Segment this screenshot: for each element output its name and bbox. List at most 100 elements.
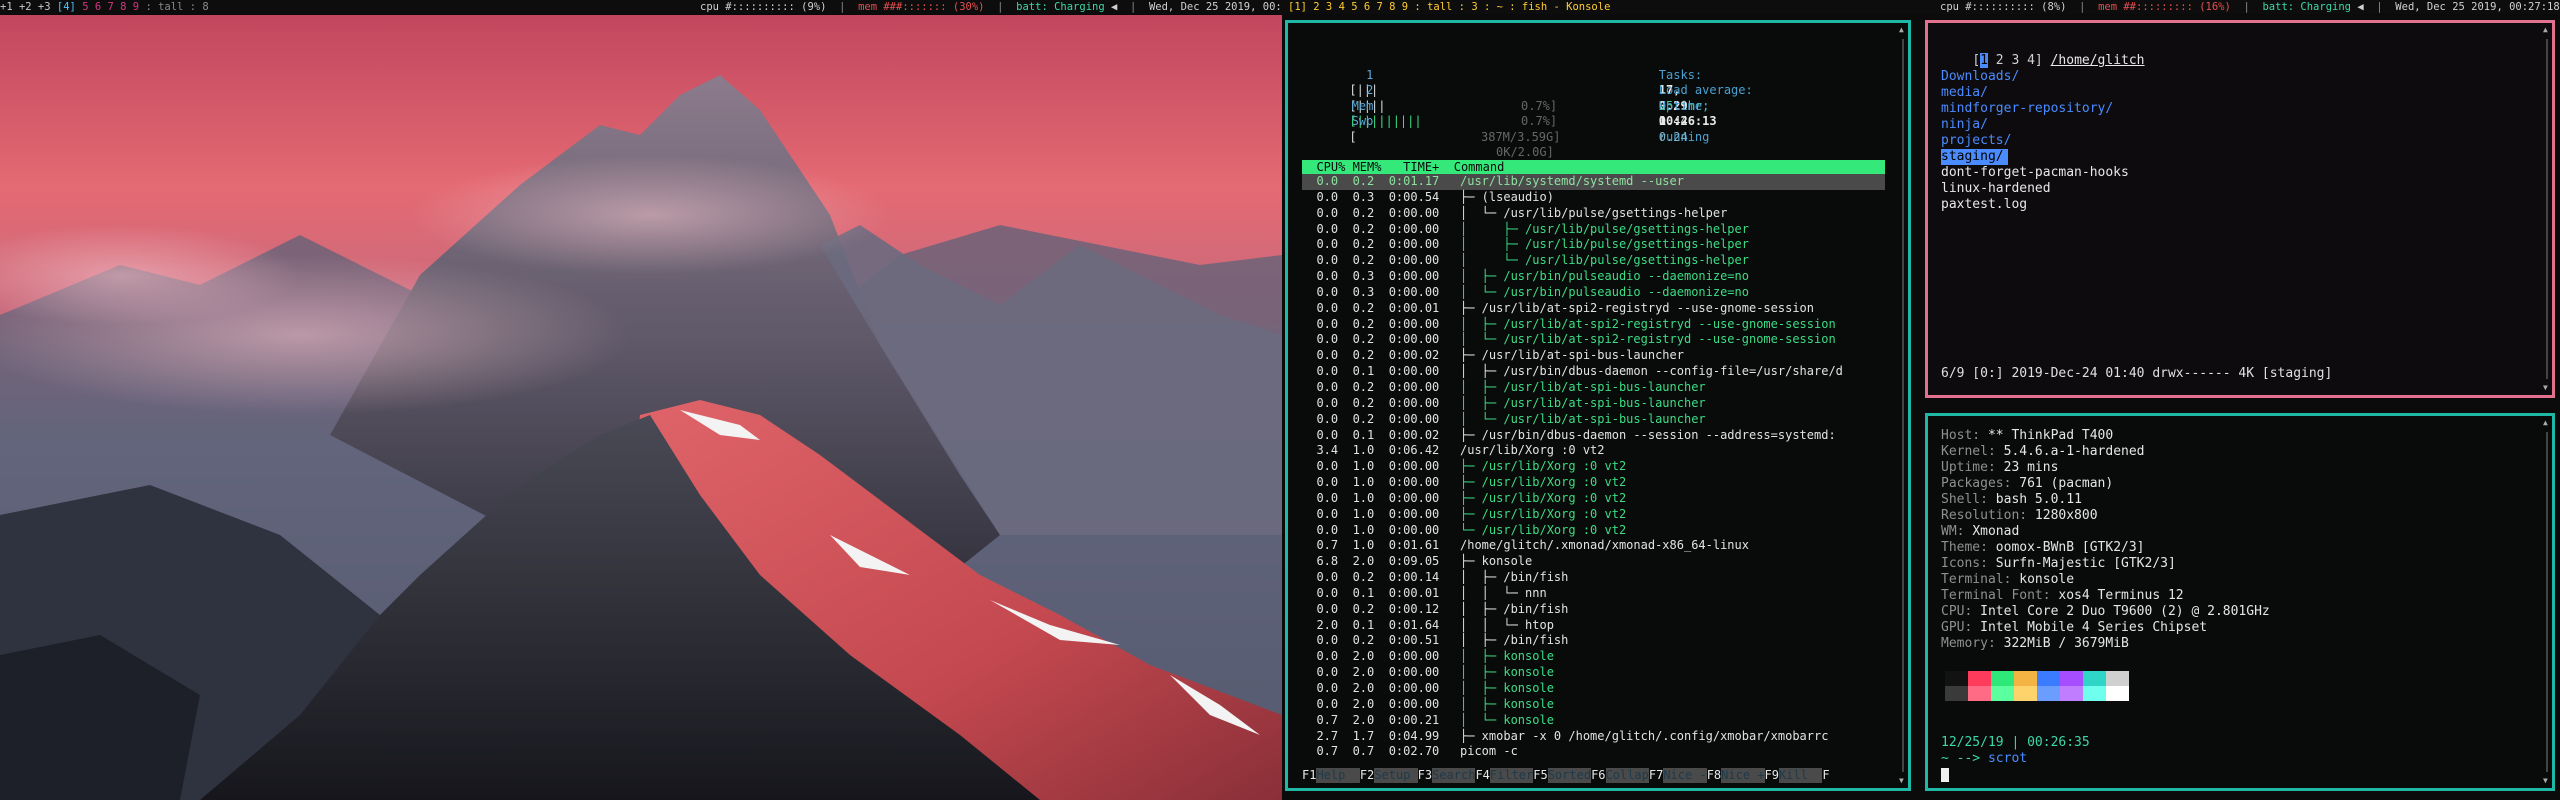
process-row[interactable]: 0.0 2.0 0:00.00 │ ├─ konsole bbox=[1302, 665, 1885, 681]
process-stats: 0.0 1.0 0:00.00 bbox=[1302, 506, 1440, 521]
fkey-4[interactable]: F5 bbox=[1533, 768, 1547, 782]
process-row[interactable]: 0.0 1.0 0:00.00 └─ /usr/lib/Xorg :0 vt2 bbox=[1302, 523, 1885, 539]
terminal-cursor[interactable] bbox=[1941, 767, 1949, 782]
htop-window[interactable]: 1 [||| 0.7%] Tasks: 17, 25 thr; 1 runnin… bbox=[1285, 20, 1911, 791]
datetime-right: Wed, Dec 25 2019, 00:27:18 bbox=[2395, 1, 2560, 13]
fkey-label[interactable]: Sorted bbox=[1547, 768, 1592, 783]
fm-directory[interactable]: ninja/ bbox=[1941, 117, 1992, 133]
fkey-6[interactable]: F7 bbox=[1649, 768, 1663, 782]
neofetch-key: CPU: bbox=[1941, 604, 1981, 619]
palette-swatch bbox=[2106, 686, 2129, 701]
fkey-5[interactable]: F6 bbox=[1591, 768, 1605, 782]
process-row[interactable]: 0.0 0.2 0:00.00 │ └─ /usr/lib/at-spi-bus-… bbox=[1302, 412, 1885, 428]
process-row[interactable]: 2.7 1.7 0:04.99 ├─ xmobar -x 0 /home/glit… bbox=[1302, 729, 1885, 745]
fkey-8[interactable]: F9 bbox=[1765, 768, 1779, 782]
process-row[interactable]: 0.0 0.2 0:00.00 │ ├─ /usr/lib/at-spi-bus-… bbox=[1302, 396, 1885, 412]
fkey-label[interactable]: Nice - bbox=[1663, 768, 1707, 783]
process-row[interactable]: 0.0 0.2 0:00.00 │ ├─ /usr/lib/pulse/gsett… bbox=[1302, 222, 1885, 238]
process-row[interactable]: 0.0 0.1 0:00.02 ├─ /usr/bin/dbus-daemon -… bbox=[1302, 428, 1885, 444]
fm-file[interactable]: linux-hardened bbox=[1941, 181, 2055, 197]
process-stats: 0.0 2.0 0:00.00 bbox=[1302, 681, 1440, 695]
process-stats: 0.0 0.2 0:00.00 bbox=[1302, 253, 1440, 268]
neofetch-scrollbar[interactable]: ▲ ▼ bbox=[2543, 419, 2551, 785]
palette-row-top bbox=[1945, 671, 2129, 686]
datetime: Wed, Dec 25 2019, 00:35:09 bbox=[1148, 1, 1280, 13]
process-row[interactable]: 0.0 0.3 0:00.00 │ └─ /usr/bin/pulseaudio … bbox=[1302, 285, 1885, 301]
fm-tabs[interactable]: 2 3 4] bbox=[1988, 53, 2043, 68]
fkey-label[interactable]: Nice + bbox=[1721, 768, 1765, 783]
process-row[interactable]: 0.0 1.0 0:00.00 ├─ /usr/lib/Xorg :0 vt2 bbox=[1302, 491, 1885, 507]
process-stats: 0.0 2.0 0:00.00 bbox=[1302, 649, 1440, 664]
fkey-label[interactable]: Collap bbox=[1605, 768, 1649, 783]
neofetch-row: Terminal: konsole bbox=[1941, 572, 2270, 588]
fm-directory[interactable]: Downloads/ bbox=[1941, 69, 2023, 85]
fkey-label[interactable]: Search bbox=[1432, 768, 1476, 783]
process-row[interactable]: 0.0 0.2 0:00.02 ├─ /usr/lib/at-spi-bus-la… bbox=[1302, 348, 1885, 364]
htop-scrollbar[interactable]: ▲ ▼ bbox=[1899, 26, 1907, 785]
nnn-file-manager-window[interactable]: [1 2 3 4] /home/glitch Downloads/media/m… bbox=[1925, 20, 2555, 398]
process-row[interactable]: 2.0 0.1 0:01.64 │ │ └─ htop bbox=[1302, 618, 1885, 634]
fm-scrollbar[interactable]: ▲ ▼ bbox=[2543, 26, 2551, 392]
process-row[interactable]: 0.0 0.2 0:00.00 │ ├─ /usr/lib/at-spi-bus-… bbox=[1302, 380, 1885, 396]
process-row[interactable]: 0.0 0.1 0:00.01 │ │ └─ nnn bbox=[1302, 586, 1885, 602]
workspace-active[interactable]: [4] bbox=[57, 1, 76, 13]
fm-entry-list[interactable]: Downloads/media/mindforger-repository/ni… bbox=[1941, 69, 2133, 213]
fkey-label[interactable]: Kill bbox=[1778, 768, 1823, 783]
neofetch-key: Terminal: bbox=[1941, 572, 2020, 587]
fkey-9[interactable]: F bbox=[1822, 768, 1829, 782]
process-row[interactable]: 0.0 2.0 0:00.00 │ ├─ konsole bbox=[1302, 681, 1885, 697]
process-row[interactable]: 0.0 1.0 0:00.00 ├─ /usr/lib/Xorg :0 vt2 bbox=[1302, 459, 1885, 475]
process-command: /usr/lib/Xorg :0 vt2 bbox=[1460, 443, 1605, 458]
palette-swatch bbox=[1968, 686, 1991, 701]
fkey-label[interactable]: Filter bbox=[1489, 768, 1534, 783]
fm-tab-active[interactable]: 1 bbox=[1980, 53, 1988, 68]
process-row[interactable]: 0.7 1.0 0:01.61/home/glitch/.xmonad/xmon… bbox=[1302, 538, 1885, 554]
prompt-time: 12/25/19 | 00:26:35 bbox=[1941, 735, 2090, 750]
process-row[interactable]: 0.0 0.1 0:00.00 │ ├─ /usr/bin/dbus-daemon… bbox=[1302, 364, 1885, 380]
process-row[interactable]: 0.0 0.2 0:01.17/usr/lib/systemd/systemd … bbox=[1302, 174, 1885, 190]
fm-directory[interactable]: media/ bbox=[1941, 85, 1992, 101]
process-row[interactable]: 6.8 2.0 0:09.05 ├─ konsole bbox=[1302, 554, 1885, 570]
process-command: │ │ └─ nnn bbox=[1460, 585, 1547, 600]
process-list[interactable]: 0.0 0.2 0:01.17/usr/lib/systemd/systemd … bbox=[1302, 174, 1885, 760]
workspaces-rest[interactable]: 5 6 7 8 9 bbox=[82, 1, 139, 13]
process-row[interactable]: 0.0 0.2 0:00.12 │ ├─ /bin/fish bbox=[1302, 602, 1885, 618]
process-row[interactable]: 0.0 0.3 0:00.00 │ ├─ /usr/bin/pulseaudio … bbox=[1302, 269, 1885, 285]
process-stats: 0.0 1.0 0:00.00 bbox=[1302, 522, 1440, 537]
process-row[interactable]: 0.0 0.2 0:00.00 │ ├─ /usr/lib/pulse/gsett… bbox=[1302, 237, 1885, 253]
fkey-2[interactable]: F3 bbox=[1418, 768, 1432, 782]
workspaces-prefix[interactable]: +1 +2 +3 bbox=[0, 1, 51, 13]
process-row[interactable]: 0.7 2.0 0:00.21 │ └─ konsole bbox=[1302, 713, 1885, 729]
fkey-3[interactable]: F4 bbox=[1475, 768, 1489, 782]
process-row[interactable]: 0.0 2.0 0:00.00 │ ├─ konsole bbox=[1302, 697, 1885, 713]
fm-directory[interactable]: staging/ bbox=[1941, 149, 2008, 165]
fkey-7[interactable]: F8 bbox=[1707, 768, 1721, 782]
neofetch-terminal-window[interactable]: Host: ** ThinkPad T400 Kernel: 5.4.6.a-1-… bbox=[1925, 413, 2555, 791]
process-table-header[interactable]: CPU% MEM% TIME+ Command bbox=[1302, 160, 1885, 174]
process-row[interactable]: 0.0 0.2 0:00.00 │ └─ /usr/lib/at-spi2-reg… bbox=[1302, 332, 1885, 348]
process-row[interactable]: 0.0 0.2 0:00.00 │ ├─ /usr/lib/at-spi2-reg… bbox=[1302, 317, 1885, 333]
fkey-0[interactable]: F1 bbox=[1302, 768, 1316, 782]
fm-directory[interactable]: mindforger-repository/ bbox=[1941, 101, 2117, 117]
shell-prompt[interactable]: 12/25/19 | 00:26:35 ~ --> scrot bbox=[1941, 735, 2090, 783]
fm-file[interactable]: paxtest.log bbox=[1941, 197, 2031, 213]
fkey-1[interactable]: F2 bbox=[1360, 768, 1374, 782]
fkey-label[interactable]: Help bbox=[1316, 768, 1360, 783]
process-row[interactable]: 0.0 0.2 0:00.14 │ ├─ /bin/fish bbox=[1302, 570, 1885, 586]
fkey-label[interactable]: Setup bbox=[1374, 768, 1418, 783]
process-row[interactable]: 0.0 2.0 0:00.00 │ ├─ konsole bbox=[1302, 649, 1885, 665]
process-row[interactable]: 0.0 0.2 0:00.00 │ └─ /usr/lib/pulse/gsett… bbox=[1302, 253, 1885, 269]
neofetch-key: Packages: bbox=[1941, 476, 2020, 491]
neofetch-value: 761 (pacman) bbox=[2019, 476, 2114, 491]
process-row[interactable]: 0.0 0.3 0:00.54 ├─ (lseaudio) bbox=[1302, 190, 1885, 206]
process-row[interactable]: 0.0 0.2 0:00.01 ├─ /usr/lib/at-spi2-regis… bbox=[1302, 301, 1885, 317]
process-row[interactable]: 0.0 0.2 0:00.51 │ ├─ /bin/fish bbox=[1302, 633, 1885, 649]
neofetch-key: Kernel: bbox=[1941, 444, 2004, 459]
process-row[interactable]: 0.0 1.0 0:00.00 ├─ /usr/lib/Xorg :0 vt2 bbox=[1302, 507, 1885, 523]
fm-file[interactable]: dont-forget-pacman-hooks bbox=[1941, 165, 2133, 181]
process-row[interactable]: 0.0 1.0 0:00.00 ├─ /usr/lib/Xorg :0 vt2 bbox=[1302, 475, 1885, 491]
process-row[interactable]: 0.0 0.2 0:00.00 │ └─ /usr/lib/pulse/gsett… bbox=[1302, 206, 1885, 222]
fm-directory[interactable]: projects/ bbox=[1941, 133, 2015, 149]
process-row[interactable]: 3.4 1.0 0:06.42/usr/lib/Xorg :0 vt2 bbox=[1302, 443, 1885, 459]
process-row[interactable]: 0.7 0.7 0:02.70 picom -c bbox=[1302, 744, 1885, 760]
